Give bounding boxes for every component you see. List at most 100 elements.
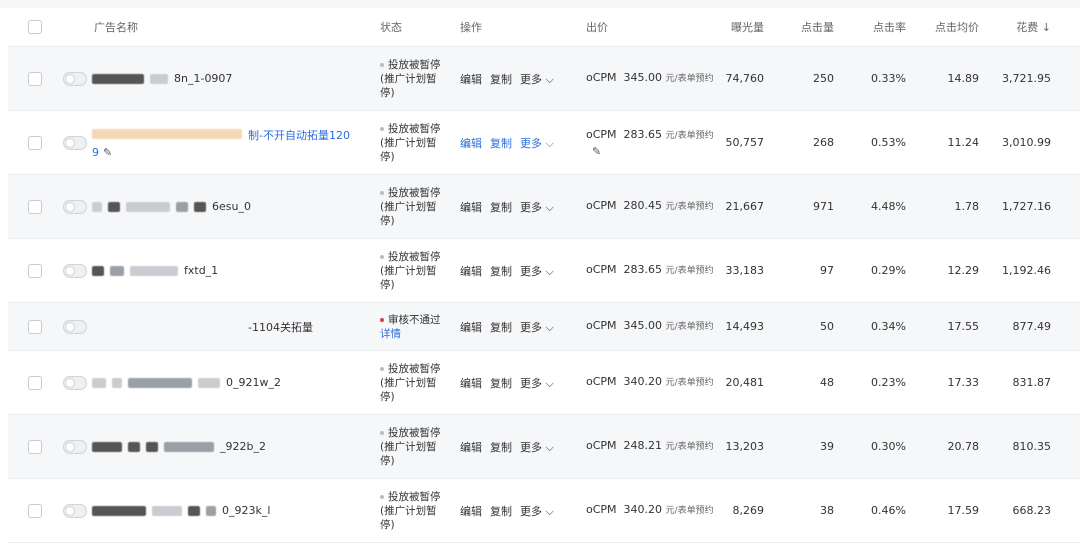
- status-text: 投放被暂停: [388, 186, 441, 199]
- cpc-cell: 17.59: [947, 504, 980, 517]
- row-checkbox[interactable]: [28, 135, 42, 150]
- impressions-cell: 13,203: [725, 440, 765, 453]
- edit-button[interactable]: 编辑: [460, 439, 482, 455]
- cost-cell: 3,721.95: [1002, 72, 1051, 85]
- row-checkbox[interactable]: [28, 263, 42, 278]
- status-detail: (推广计划暂: [380, 264, 437, 277]
- more-dropdown[interactable]: 更多 ⌵: [520, 503, 554, 519]
- header-clicks[interactable]: 点击量: [768, 8, 834, 46]
- copy-button[interactable]: 复制: [490, 439, 512, 455]
- row-toggle[interactable]: [63, 199, 87, 214]
- pencil-icon[interactable]: ✎: [592, 144, 601, 159]
- edit-button[interactable]: 编辑: [460, 135, 482, 151]
- edit-button[interactable]: 编辑: [460, 71, 482, 87]
- status-cell: 投放被暂停 (推广计划暂 停): [380, 175, 450, 238]
- copy-button[interactable]: 复制: [490, 503, 512, 519]
- cost-cell: 1,192.46: [1002, 264, 1051, 277]
- ctr-cell: 0.33%: [871, 72, 906, 85]
- row-toggle[interactable]: [63, 503, 87, 518]
- ad-name[interactable]: 0_921w_2: [92, 351, 372, 414]
- clicks-cell: 268: [813, 136, 834, 149]
- header-status[interactable]: 状态: [380, 8, 402, 46]
- row-checkbox[interactable]: [28, 375, 42, 390]
- copy-button[interactable]: 复制: [490, 135, 512, 151]
- more-dropdown[interactable]: 更多 ⌵: [520, 319, 554, 335]
- ops-cell: 编辑 复制 更多 ⌵: [460, 239, 570, 302]
- more-dropdown[interactable]: 更多 ⌵: [520, 439, 554, 455]
- impressions-cell: 33,183: [725, 264, 765, 277]
- copy-button[interactable]: 复制: [490, 199, 512, 215]
- table-row: 6esu_0 投放被暂停 (推广计划暂 停) 编辑 复制 更多 ⌵ oCPM 2…: [8, 175, 1080, 239]
- more-dropdown[interactable]: 更多 ⌵: [520, 199, 554, 215]
- row-toggle[interactable]: [63, 135, 87, 150]
- clicks-cell: 39: [820, 440, 834, 453]
- status-dot: [380, 430, 384, 435]
- edit-button[interactable]: 编辑: [460, 503, 482, 519]
- bid-value: 345.00: [623, 319, 663, 332]
- header-cost[interactable]: 花费 ↓: [978, 8, 1051, 46]
- more-dropdown[interactable]: 更多 ⌵: [520, 71, 554, 87]
- bid-value: 340.20: [623, 503, 663, 516]
- status-detail-link[interactable]: 详情: [380, 328, 401, 340]
- row-toggle[interactable]: [63, 375, 87, 390]
- status-cell: 投放被暂停 (推广计划暂 停): [380, 415, 450, 478]
- row-checkbox[interactable]: [28, 319, 42, 334]
- status-detail: 停): [380, 86, 395, 99]
- copy-button[interactable]: 复制: [490, 375, 512, 391]
- ad-name[interactable]: 0_923k_l: [92, 479, 372, 542]
- copy-button[interactable]: 复制: [490, 319, 512, 335]
- ad-name[interactable]: 制-不开自动拓量120 9 ✎: [92, 111, 372, 174]
- cpc-cell: 17.33: [947, 376, 980, 389]
- edit-button[interactable]: 编辑: [460, 375, 482, 391]
- copy-button[interactable]: 复制: [490, 263, 512, 279]
- row-checkbox[interactable]: [28, 199, 42, 214]
- header-impressions[interactable]: 曝光量: [698, 8, 764, 46]
- more-dropdown[interactable]: 更多 ⌵: [520, 375, 554, 391]
- redacted-text: [176, 201, 188, 212]
- ops-cell: 编辑 复制 更多 ⌵: [460, 175, 570, 238]
- redacted-text: [188, 505, 200, 516]
- header-ad-name[interactable]: 广告名称: [94, 8, 138, 46]
- status-detail: (推广计划暂: [380, 136, 437, 149]
- header-ctr[interactable]: 点击率: [838, 8, 906, 46]
- row-toggle[interactable]: [63, 71, 87, 86]
- copy-button[interactable]: 复制: [490, 71, 512, 87]
- status-cell: 审核不通过 详情: [380, 303, 450, 350]
- row-checkbox[interactable]: [28, 439, 42, 454]
- edit-button[interactable]: 编辑: [460, 263, 482, 279]
- ad-name[interactable]: _922b_2: [92, 415, 372, 478]
- ops-cell: 编辑 复制 更多 ⌵: [460, 111, 570, 174]
- pencil-icon[interactable]: ✎: [103, 146, 112, 159]
- redacted-text: [92, 441, 122, 452]
- ad-table: 广告名称 状态 操作 出价 曝光量 点击量 点击率 点击均价 花费 ↓ 8n_1…: [0, 0, 1080, 543]
- redacted-text: [198, 377, 220, 388]
- ad-name-text: 6esu_0: [212, 200, 251, 213]
- bid-type: oCPM: [586, 71, 617, 84]
- bid-value: 248.21: [623, 439, 663, 452]
- ad-name[interactable]: 8n_1-0907: [92, 47, 372, 110]
- redacted-text: [152, 505, 182, 516]
- status-detail: (推广计划暂: [380, 504, 437, 517]
- status-detail: (推广计划暂: [380, 440, 437, 453]
- row-checkbox[interactable]: [28, 71, 42, 86]
- header-bid[interactable]: 出价: [586, 8, 608, 46]
- row-checkbox[interactable]: [28, 503, 42, 518]
- ad-name[interactable]: 6esu_0: [92, 175, 372, 238]
- select-all-checkbox[interactable]: [28, 20, 42, 34]
- edit-button[interactable]: 编辑: [460, 199, 482, 215]
- status-text: 投放被暂停: [388, 490, 441, 503]
- row-toggle[interactable]: [63, 439, 87, 454]
- row-toggle[interactable]: [63, 319, 87, 334]
- cost-cell: 831.87: [1012, 376, 1052, 389]
- status-dot: [380, 62, 384, 67]
- row-toggle[interactable]: [63, 263, 87, 278]
- status-detail: 停): [380, 454, 395, 467]
- cpc-cell: 14.89: [947, 72, 980, 85]
- more-dropdown[interactable]: 更多 ⌵: [520, 135, 554, 151]
- ad-name[interactable]: fxtd_1: [92, 239, 372, 302]
- edit-button[interactable]: 编辑: [460, 319, 482, 335]
- more-dropdown[interactable]: 更多 ⌵: [520, 263, 554, 279]
- header-cpc[interactable]: 点击均价: [908, 8, 979, 46]
- bid-type: oCPM: [586, 263, 617, 276]
- status-detail: 停): [380, 278, 395, 291]
